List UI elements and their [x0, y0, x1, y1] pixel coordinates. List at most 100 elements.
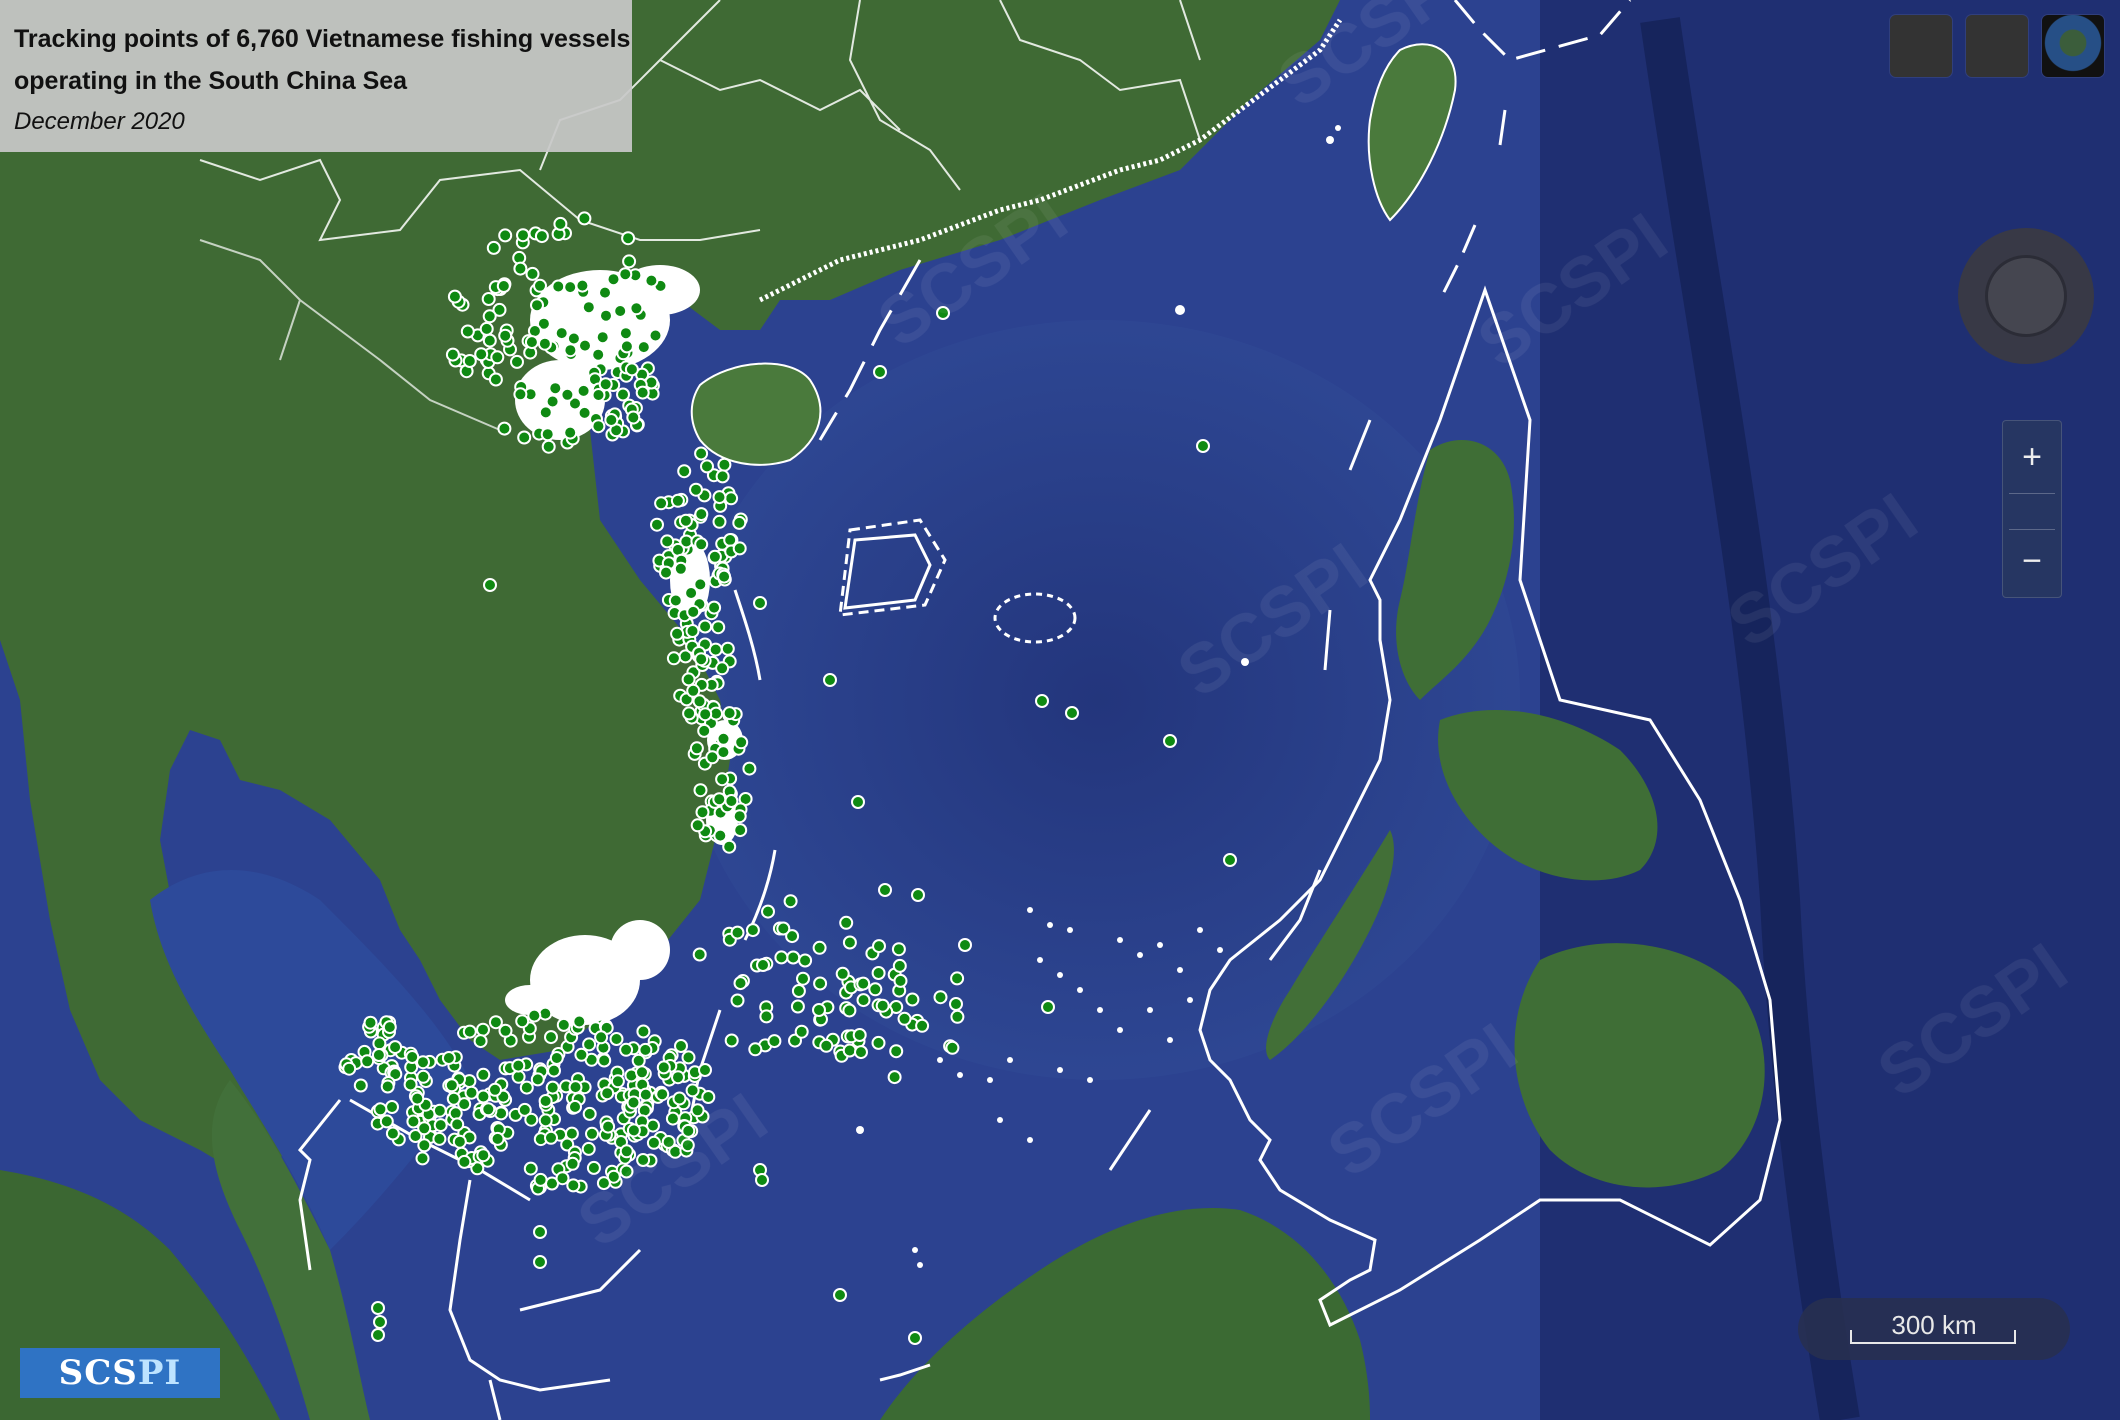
vessel-point: [685, 1083, 700, 1098]
vessel-point: [659, 565, 673, 580]
vessel-point: [761, 904, 775, 919]
vessel-point: [610, 1074, 625, 1089]
vessel-point: [598, 285, 612, 300]
vessel-point: [581, 1141, 596, 1156]
vessel-point: [353, 1078, 368, 1093]
vessel-point: [540, 427, 555, 442]
vessel-point: [568, 1080, 583, 1095]
vessel-point: [626, 410, 641, 425]
vessel-point: [371, 1048, 386, 1062]
vessel-point: [839, 915, 854, 930]
vessel-point: [548, 381, 563, 396]
vessel-point: [448, 1106, 463, 1121]
vessel-point: [538, 1113, 553, 1128]
vessel-point: [950, 971, 965, 986]
zoom-control: + −: [2002, 420, 2062, 598]
vessel-point: [794, 1024, 809, 1039]
vessel-point: [560, 387, 575, 402]
vessel-point: [572, 1014, 587, 1029]
vessel-point: [534, 229, 549, 244]
vessel-point: [415, 1151, 430, 1166]
vessel-point: [516, 228, 530, 243]
vessel-point: [654, 496, 669, 511]
vessel-point: [833, 1288, 847, 1302]
vessel-point: [575, 278, 590, 293]
vessel-point: [488, 372, 503, 387]
vessel-point: [432, 1131, 447, 1146]
vessel-point: [549, 1051, 564, 1065]
vessel-point: [406, 1114, 421, 1129]
vessel-point: [410, 1091, 425, 1106]
vessel-point: [1196, 439, 1210, 453]
vessel-point: [541, 439, 556, 454]
vessel-point: [693, 783, 708, 798]
vessel-point: [600, 1086, 615, 1101]
vessel-point: [586, 1160, 601, 1175]
vessel-point: [591, 388, 606, 402]
vessel-point: [544, 1030, 558, 1045]
vessel-point: [433, 1118, 448, 1133]
vessel-point: [513, 261, 528, 276]
layer-icon[interactable]: [1890, 15, 1952, 77]
vessel-point: [566, 331, 581, 346]
layer-icon-2[interactable]: [1966, 15, 2028, 77]
vessel-point: [695, 805, 710, 820]
vessel-point: [798, 953, 813, 968]
vessel-point: [670, 493, 685, 508]
vessel-point: [796, 971, 810, 986]
vessel-point: [417, 1121, 432, 1136]
vessel-point: [694, 507, 709, 522]
vessel-point: [692, 947, 707, 962]
compass-icon[interactable]: [1958, 228, 2094, 364]
map[interactable]: SCSPI SCSPI SCSPI SCSPI SCSPI SCSPI SCSP…: [0, 0, 2120, 1420]
vessel-point: [497, 421, 512, 436]
vessel-point: [672, 1091, 687, 1106]
vessel-point: [732, 541, 747, 556]
zoom-out-button[interactable]: −: [2003, 533, 2061, 589]
vessel-point: [670, 626, 685, 641]
vessel-point: [636, 340, 651, 355]
vessel-point: [622, 254, 637, 269]
vessel-point: [891, 942, 906, 957]
vessel-point: [626, 1123, 641, 1138]
compass-knob[interactable]: [1988, 258, 2064, 334]
vessel-point: [441, 1051, 456, 1065]
vessel-point: [476, 1067, 491, 1082]
vessel-point: [380, 1079, 395, 1094]
vessel-point: [385, 1126, 400, 1141]
vessel-point: [732, 515, 747, 530]
satellite-icon[interactable]: [2042, 15, 2104, 77]
vessel-point: [690, 818, 705, 833]
vessel-point: [515, 1014, 530, 1029]
title-line-2: operating in the South China Sea: [14, 67, 408, 95]
vessel-point: [388, 1040, 403, 1055]
vessel-point: [698, 1063, 712, 1077]
zoom-divider-2: [2009, 529, 2055, 530]
vessel-point: [893, 973, 908, 988]
title-panel: Tracking points of 6,760 Vietnamese fish…: [0, 0, 632, 152]
vessel-point: [694, 446, 709, 461]
vessel-point: [911, 888, 925, 902]
vessel-point: [783, 894, 798, 909]
vessel-point: [371, 1328, 385, 1342]
vessel-point: [482, 309, 497, 324]
vessel-point: [496, 279, 511, 293]
vessel-point: [949, 997, 963, 1011]
vessel-point: [854, 1045, 868, 1060]
vessel-point: [733, 823, 748, 838]
vessel-point: [510, 354, 524, 369]
vessel-point: [755, 1173, 769, 1187]
vessel-point: [476, 1022, 490, 1037]
vessel-point: [618, 267, 633, 282]
vessel-point: [636, 1024, 651, 1039]
vessel-point: [638, 1087, 653, 1102]
vessel-point: [626, 1095, 641, 1110]
vessel-point: [498, 228, 513, 243]
vessel-point: [722, 839, 737, 854]
vessel-point: [476, 1148, 491, 1163]
vessel-point: [490, 350, 505, 365]
vessel-point: [644, 273, 659, 288]
zoom-in-button[interactable]: +: [2003, 429, 2061, 485]
vessel-point: [476, 1089, 491, 1104]
vessel-point: [700, 459, 714, 474]
